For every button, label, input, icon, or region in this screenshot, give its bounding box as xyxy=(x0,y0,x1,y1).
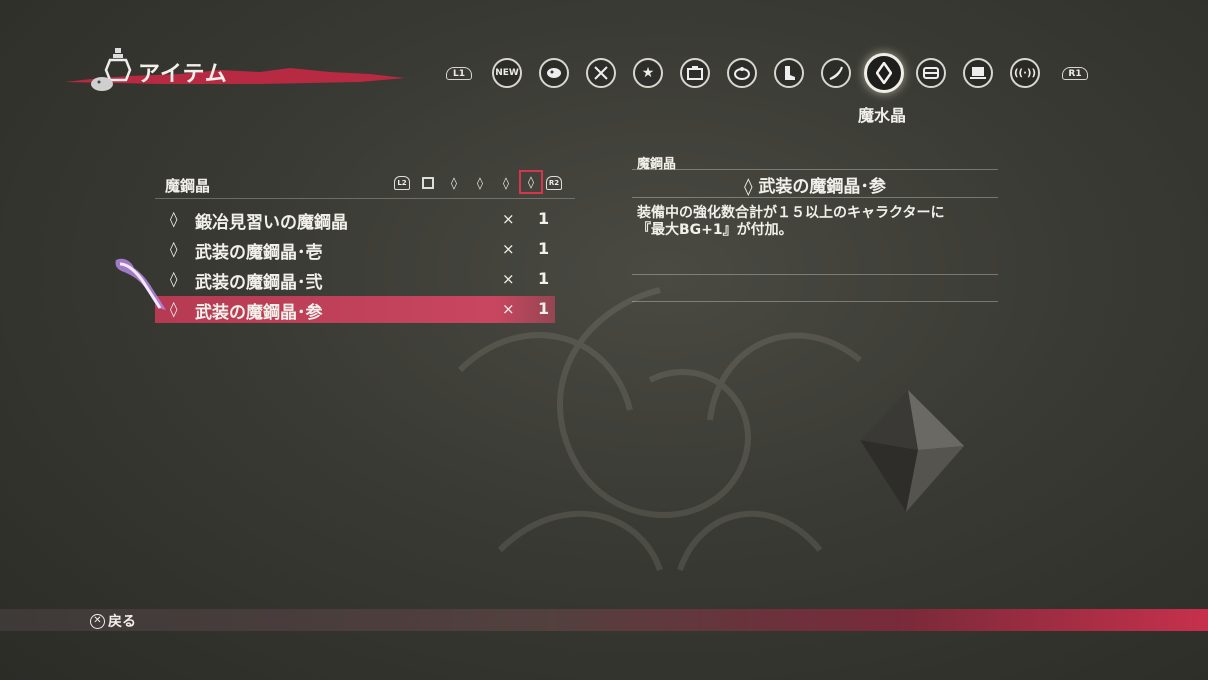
diamond-icon: ◊ xyxy=(528,175,534,189)
page-title: アイテム xyxy=(138,62,228,87)
tab-armor[interactable] xyxy=(680,58,710,88)
divider xyxy=(632,301,998,302)
new-icon: NEW xyxy=(495,68,519,78)
item-list: ◊ 鍛冶見習いの魔鋼晶 × 1 ◊ 武装の魔鋼晶･壱 × 1 ◊ 武装の魔鋼晶･… xyxy=(155,204,555,323)
list-item[interactable]: ◊ 武装の魔鋼晶･壱 × 1 xyxy=(155,234,555,264)
accessory-icon xyxy=(734,67,750,80)
item-name: 武装の魔鋼晶･参 xyxy=(195,303,323,323)
list-item-selected[interactable]: ◊ 武装の魔鋼晶･参 × 1 xyxy=(155,296,555,323)
tab-horn[interactable] xyxy=(821,58,851,88)
tab-new[interactable]: NEW xyxy=(492,58,522,88)
tab-accessory[interactable] xyxy=(727,58,757,88)
quantity-separator: × xyxy=(502,300,515,318)
chest-icon xyxy=(687,66,703,80)
tab-book[interactable] xyxy=(963,58,993,88)
l2-button-hint: L2 xyxy=(393,174,411,192)
item-name: 武装の魔鋼晶･壱 xyxy=(195,243,323,263)
tab-valuables[interactable]: ★ xyxy=(633,58,663,88)
subcategory-tabs: L2 ◊ ◊ ◊ ◊ R2 xyxy=(393,170,563,196)
diamond-icon: ◊ xyxy=(451,176,457,190)
tab-boots[interactable] xyxy=(774,58,804,88)
item-quantity: 1 xyxy=(538,299,550,318)
tab-weapon[interactable] xyxy=(586,58,616,88)
treasure-icon xyxy=(923,67,939,79)
item-name: 武装の魔鋼晶･弐 xyxy=(195,273,323,293)
list-item[interactable]: ◊ 武装の魔鋼晶･弐 × 1 xyxy=(155,264,555,294)
quantity-separator: × xyxy=(502,210,515,228)
horn-icon xyxy=(829,66,843,80)
quantity-separator: × xyxy=(502,270,515,288)
item-quantity: 1 xyxy=(538,209,550,228)
weapon-icon xyxy=(594,66,608,80)
item-name: 鍛冶見習いの魔鋼晶 xyxy=(195,213,348,233)
crystal-icon xyxy=(876,62,892,84)
tab-crystal[interactable] xyxy=(864,53,904,93)
detail-description: 装備中の強化数合計が１５以上のキャラクターに 『最大BG+1』が付加。 xyxy=(637,205,945,238)
list-header: 魔鋼晶 L2 ◊ ◊ ◊ ◊ R2 xyxy=(155,166,575,199)
page-header: アイテム xyxy=(60,40,420,100)
tab-treasure[interactable] xyxy=(916,58,946,88)
back-label: 戻る xyxy=(108,614,136,630)
square-icon xyxy=(422,177,434,189)
list-title: 魔鋼晶 xyxy=(165,177,211,195)
diamond-icon: ◊ xyxy=(744,177,759,197)
crystal-model-image xyxy=(860,390,964,512)
tab-signal[interactable]: ((·)) xyxy=(1010,58,1040,88)
divider xyxy=(632,274,998,275)
tab-food[interactable] xyxy=(539,58,569,88)
item-bag-icon xyxy=(91,48,132,91)
boot-icon xyxy=(785,66,795,80)
book-icon xyxy=(970,67,986,79)
list-item[interactable]: ◊ 鍛冶見習いの魔鋼晶 × 1 xyxy=(155,204,555,234)
item-quantity: 1 xyxy=(538,239,550,258)
l1-button-hint: L1 xyxy=(446,67,472,80)
active-tab-label: 魔水晶 xyxy=(858,106,907,125)
quantity-separator: × xyxy=(502,240,515,258)
item-quantity: 1 xyxy=(538,269,550,288)
diamond-icon: ◊ xyxy=(503,176,509,190)
diamond-icon: ◊ xyxy=(170,210,178,228)
detail-item-name-text: 武装の魔鋼晶･参 xyxy=(758,177,886,197)
divider xyxy=(632,197,998,198)
diamond-icon: ◊ xyxy=(477,176,483,190)
subtab-square[interactable] xyxy=(419,174,437,192)
r1-button-hint: R1 xyxy=(1062,67,1088,80)
signal-icon: ((·)) xyxy=(1013,67,1037,79)
food-icon xyxy=(547,68,561,78)
subtab-crystal-3[interactable]: ◊ xyxy=(497,174,515,192)
star-icon: ★ xyxy=(641,65,655,81)
subtab-crystal-2[interactable]: ◊ xyxy=(471,174,489,192)
selection-cursor-icon xyxy=(115,258,166,310)
detail-item-name: ◊ 武装の魔鋼晶･参 xyxy=(632,172,998,197)
subtab-steel-crystal[interactable]: ◊ xyxy=(519,170,543,194)
subtab-crystal-1[interactable]: ◊ xyxy=(445,174,463,192)
cross-button-icon: ✕ xyxy=(90,613,105,629)
back-button[interactable]: ✕ 戻る xyxy=(90,611,136,631)
r2-button-hint: R2 xyxy=(545,174,563,192)
divider xyxy=(632,169,998,170)
footer-bar: ✕ 戻る xyxy=(0,609,1208,631)
